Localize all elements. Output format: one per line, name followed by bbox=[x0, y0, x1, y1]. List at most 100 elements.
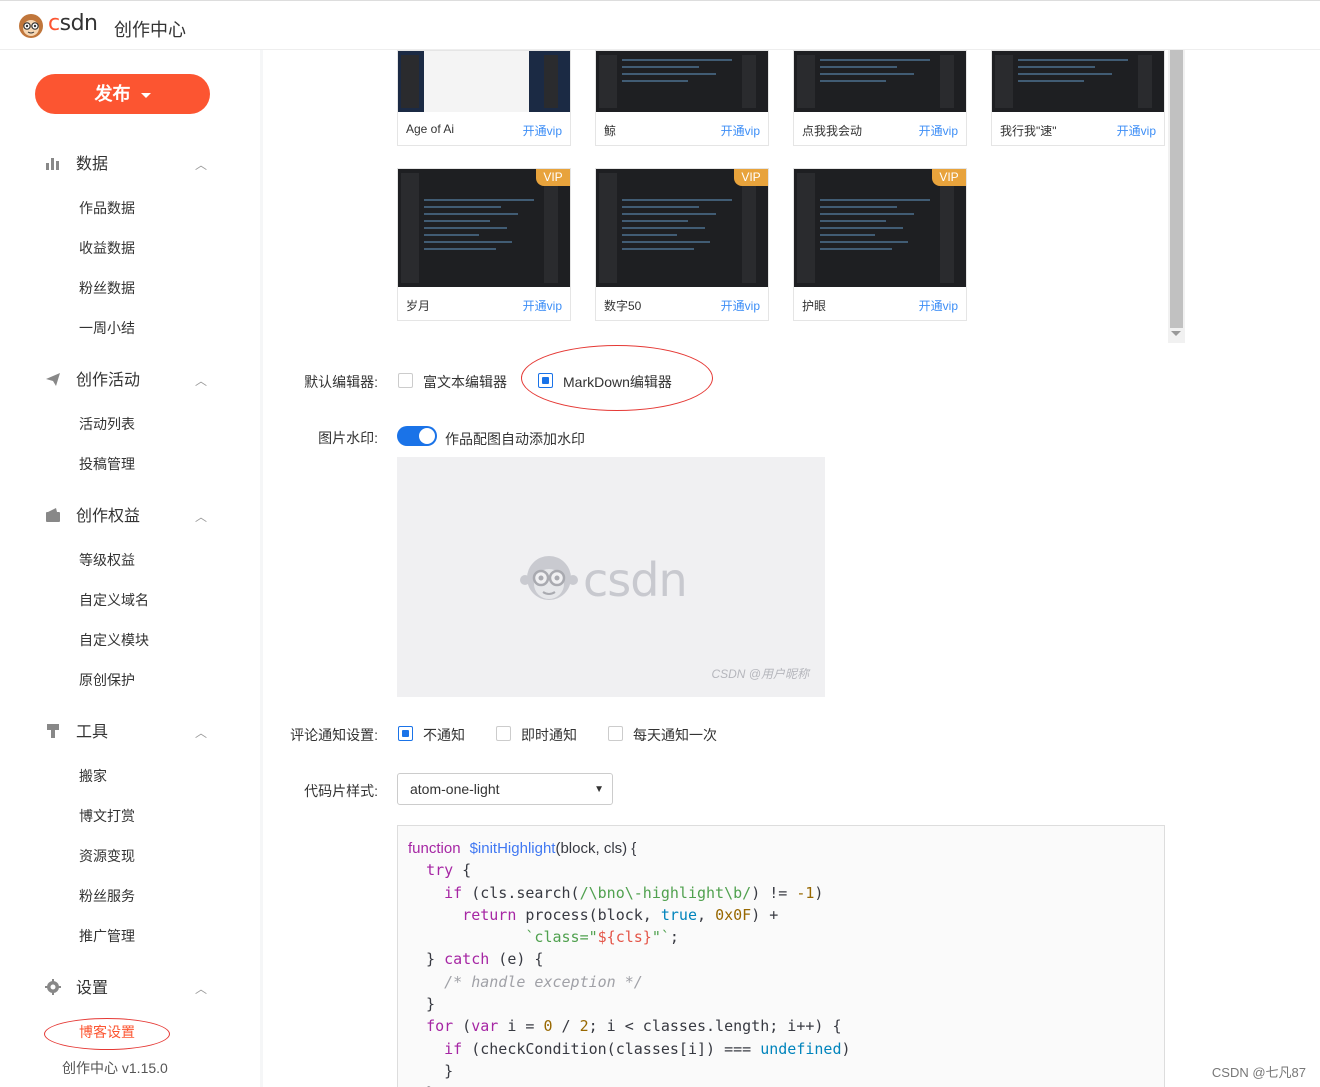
code-line: for (var i = 0 / 2; i < classes.length; … bbox=[426, 1017, 842, 1036]
chevron-up-icon: ︿ bbox=[195, 726, 208, 740]
card-footer: Age of Ai 开通vip bbox=[398, 112, 570, 145]
open-vip-link[interactable]: 开通vip bbox=[919, 297, 958, 314]
theme-thumbnail bbox=[398, 51, 570, 112]
watermark-logo-text: csdn bbox=[583, 553, 688, 607]
no-notify-label[interactable]: 不通知 bbox=[423, 725, 465, 745]
csdn-logo-text[interactable]: csdn bbox=[48, 11, 98, 36]
card-footer: 我行我"速" 开通vip bbox=[992, 112, 1164, 145]
open-vip-link[interactable]: 开通vip bbox=[523, 297, 562, 314]
sidebar-item-submissions[interactable]: 投稿管理 bbox=[79, 454, 135, 474]
sidebar-item-fans-data[interactable]: 粉丝数据 bbox=[79, 278, 135, 298]
thumb-sidebar bbox=[401, 173, 419, 283]
open-vip-link[interactable]: 开通vip bbox=[1117, 122, 1156, 139]
sidebar-item-income-data[interactable]: 收益数据 bbox=[79, 238, 135, 258]
thumb-sidebar bbox=[797, 55, 815, 108]
thumb-lines bbox=[1018, 59, 1128, 87]
code-style-select[interactable]: atom-one-light ▼ bbox=[397, 773, 613, 805]
card-footer: 护眼 开通vip bbox=[794, 287, 966, 320]
theme-card[interactable]: 鲸 开通vip bbox=[595, 50, 769, 146]
code-line: } catch (e) { bbox=[408, 950, 544, 969]
version-label: 创作中心 v1.15.0 bbox=[62, 1060, 168, 1076]
caret-down-icon bbox=[140, 92, 151, 98]
sidebar-group-label: 设置 bbox=[76, 980, 109, 997]
richtext-editor-label[interactable]: 富文本编辑器 bbox=[423, 372, 507, 392]
sidebar-item-fan-service[interactable]: 粉丝服务 bbox=[79, 886, 135, 906]
watermark-preview: csdn CSDN @用户昵称 bbox=[397, 457, 825, 697]
richtext-editor-checkbox[interactable] bbox=[398, 373, 413, 388]
sidebar-group-rights[interactable]: 创作权益 ︿ bbox=[45, 505, 207, 529]
code-line: if (cls.search(/\bno\-highlight\b/) != -… bbox=[444, 883, 824, 902]
scroll-down-arrow-icon[interactable] bbox=[1171, 331, 1181, 336]
publish-button[interactable]: 发布 bbox=[35, 74, 210, 114]
code-line: return process(block, true, 0x0F) + bbox=[462, 905, 779, 924]
csdn-mascot-icon bbox=[520, 556, 578, 600]
annotation-circle bbox=[44, 1018, 170, 1050]
divider bbox=[260, 50, 263, 1087]
theme-card[interactable]: 我行我"速" 开通vip bbox=[991, 50, 1165, 146]
sidebar-item-weekly-summary[interactable]: 一周小结 bbox=[79, 318, 135, 338]
watermark-caption: CSDN @用户昵称 bbox=[711, 667, 809, 681]
thumb-sidebar bbox=[599, 55, 617, 108]
theme-card[interactable]: VIP 岁月 开通vip bbox=[397, 168, 571, 321]
card-footer: 点我我会动 开通vip bbox=[794, 112, 966, 145]
chevron-up-icon: ︿ bbox=[195, 982, 208, 996]
paper-plane-icon bbox=[46, 373, 60, 386]
theme-card[interactable]: VIP 数字50 开通vip bbox=[595, 168, 769, 321]
sidebar-item-migrate[interactable]: 搬家 bbox=[79, 766, 107, 786]
sidebar-item-custom-module[interactable]: 自定义模块 bbox=[79, 630, 149, 650]
theme-card[interactable]: 点我我会动 开通vip bbox=[793, 50, 967, 146]
theme-card[interactable]: VIP 护眼 开通vip bbox=[793, 168, 967, 321]
thumb-sidebar bbox=[401, 55, 419, 108]
sidebar-item-promotion[interactable]: 推广管理 bbox=[79, 926, 135, 946]
sidebar-group-settings[interactable]: 设置 ︿ bbox=[45, 977, 207, 1001]
sidebar-item-level-rights[interactable]: 等级权益 bbox=[79, 550, 135, 570]
theme-name: 数字50 bbox=[604, 299, 642, 313]
open-vip-link[interactable]: 开通vip bbox=[721, 122, 760, 139]
theme-thumbnail: VIP bbox=[794, 169, 966, 287]
editor-label: 默认编辑器: bbox=[304, 374, 378, 390]
code-style-value: atom-one-light bbox=[410, 781, 500, 797]
thumb-sidebar bbox=[797, 173, 815, 283]
top-bar: csdn 创作中心 bbox=[0, 0, 1320, 50]
instant-notify-label[interactable]: 即时通知 bbox=[521, 725, 577, 745]
author-watermark: CSDN @七凡87 bbox=[1211, 1065, 1306, 1080]
chevron-down-icon: ▼ bbox=[594, 784, 604, 795]
sidebar-group-label: 创作权益 bbox=[76, 508, 141, 525]
chevron-up-icon: ︿ bbox=[195, 374, 208, 388]
open-vip-link[interactable]: 开通vip bbox=[523, 122, 562, 139]
sidebar: 发布 数据 ︿ 作品数据 收益数据 粉丝数据 一周小结 创作活动 ︿ 活动列表 … bbox=[0, 50, 260, 1087]
sidebar-group-data[interactable]: 数据 ︿ bbox=[45, 153, 207, 177]
sidebar-item-activity-list[interactable]: 活动列表 bbox=[79, 414, 135, 434]
watermark-toggle[interactable] bbox=[397, 426, 437, 446]
theme-card[interactable]: Age of Ai 开通vip bbox=[397, 50, 571, 146]
sidebar-item-custom-domain[interactable]: 自定义域名 bbox=[79, 590, 149, 610]
open-vip-link[interactable]: 开通vip bbox=[721, 297, 760, 314]
watermark-toggle-text: 作品配图自动添加水印 bbox=[445, 431, 585, 447]
daily-notify-checkbox[interactable] bbox=[608, 726, 623, 741]
sidebar-group-label: 工具 bbox=[76, 724, 109, 741]
daily-notify-label[interactable]: 每天通知一次 bbox=[633, 725, 717, 745]
vip-badge: VIP bbox=[734, 169, 768, 186]
thumb-sidebar-right bbox=[1138, 55, 1152, 108]
sidebar-group-tools[interactable]: 工具 ︿ bbox=[45, 721, 207, 745]
no-notify-checkbox[interactable] bbox=[398, 726, 413, 741]
bar-chart-icon bbox=[46, 158, 59, 170]
instant-notify-checkbox[interactable] bbox=[496, 726, 511, 741]
sidebar-group-activities[interactable]: 创作活动 ︿ bbox=[45, 369, 207, 393]
code-line: `class="${cls}"`; bbox=[525, 928, 679, 947]
gear-icon bbox=[45, 979, 61, 995]
sidebar-item-works-data[interactable]: 作品数据 bbox=[79, 198, 135, 218]
card-footer: 数字50 开通vip bbox=[596, 287, 768, 320]
csdn-mascot-icon[interactable] bbox=[18, 13, 44, 39]
card-footer: 岁月 开通vip bbox=[398, 287, 570, 320]
logo-c: c bbox=[48, 11, 60, 36]
theme-scrollbar-thumb[interactable] bbox=[1170, 50, 1183, 328]
sidebar-item-tipping[interactable]: 博文打赏 bbox=[79, 806, 135, 826]
sidebar-item-original-protection[interactable]: 原创保护 bbox=[79, 670, 135, 690]
thumb-lines bbox=[820, 59, 930, 87]
sidebar-item-resource-monetize[interactable]: 资源变现 bbox=[79, 846, 135, 866]
theme-name: Age of Ai bbox=[406, 122, 455, 136]
publish-label: 发布 bbox=[94, 84, 131, 104]
open-vip-link[interactable]: 开通vip bbox=[919, 122, 958, 139]
theme-name: 我行我"速" bbox=[1000, 124, 1057, 138]
